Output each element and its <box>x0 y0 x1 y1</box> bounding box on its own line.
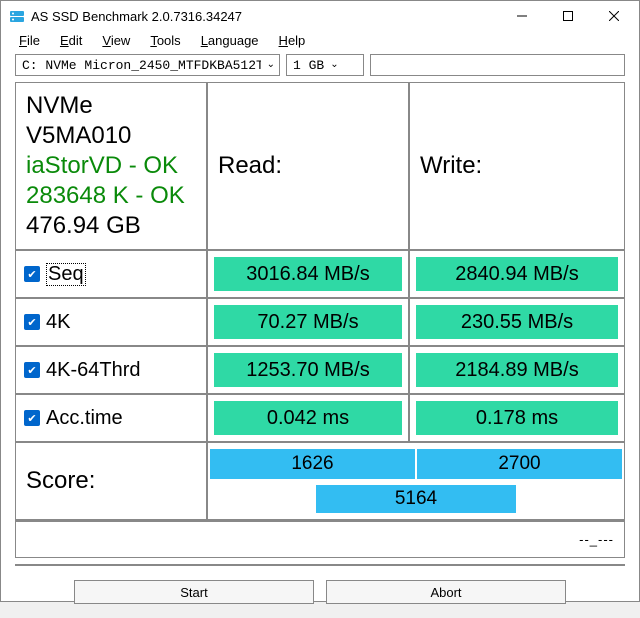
score-total: 5164 <box>316 485 516 513</box>
window-title: AS SSD Benchmark 2.0.7316.34247 <box>31 9 499 24</box>
menu-help[interactable]: Help <box>279 33 306 48</box>
seq-write: 2840.94 MB/s <box>416 257 618 291</box>
menu-language[interactable]: Language <box>201 33 259 48</box>
size-select[interactable]: 1 GB ⌄ <box>286 54 364 76</box>
menu-tools[interactable]: Tools <box>150 33 180 48</box>
drive-info: NVMe V5MA010 iaStorVD - OK 283648 K - OK… <box>16 83 208 249</box>
menubar: File Edit View Tools Language Help <box>1 31 639 52</box>
info-driver: iaStorVD - OK <box>26 151 178 181</box>
score-label: Score: <box>16 443 208 519</box>
titlebar: AS SSD Benchmark 2.0.7316.34247 <box>1 1 639 31</box>
seq-read: 3016.84 MB/s <box>214 257 402 291</box>
menu-view[interactable]: View <box>102 33 130 48</box>
abort-button[interactable]: Abort <box>326 580 566 604</box>
checkbox-acc[interactable]: ✔ <box>24 410 40 426</box>
score-body: 1626 2700 5164 <box>208 443 624 519</box>
row-acc: ✔ Acc.time 0.042 ms 0.178 ms <box>16 395 624 443</box>
row-score: Score: 1626 2700 5164 <box>16 443 624 521</box>
header-read: Read: <box>208 83 410 249</box>
minimize-button[interactable] <box>499 1 545 31</box>
results-panel: NVMe V5MA010 iaStorVD - OK 283648 K - OK… <box>15 82 625 558</box>
toolbar: C: NVMe Micron_2450_MTFDKBA512TFK ⌄ 1 GB… <box>1 52 639 82</box>
checkbox-seq[interactable]: ✔ <box>24 266 40 282</box>
start-button[interactable]: Start <box>74 580 314 604</box>
text-field[interactable] <box>370 54 625 76</box>
info-size: 476.94 GB <box>26 211 141 241</box>
button-row: Start Abort <box>1 572 639 618</box>
app-icon <box>9 8 25 24</box>
4k64-write: 2184.89 MB/s <box>416 353 618 387</box>
chevron-down-icon: ⌄ <box>267 59 275 71</box>
4k64-read: 1253.70 MB/s <box>214 353 402 387</box>
info-align: 283648 K - OK <box>26 181 185 211</box>
header-write: Write: <box>410 83 624 249</box>
checkbox-4k64[interactable]: ✔ <box>24 362 40 378</box>
score-write: 2700 <box>417 449 622 479</box>
header-row: NVMe V5MA010 iaStorVD - OK 283648 K - OK… <box>16 83 624 251</box>
info-name: NVMe <box>26 91 93 121</box>
menu-file[interactable]: File <box>19 33 40 48</box>
compress-row: --_--- <box>16 521 624 557</box>
label-4k: 4K <box>46 311 70 334</box>
4k-write: 230.55 MB/s <box>416 305 618 339</box>
row-4k: ✔ 4K 70.27 MB/s 230.55 MB/s <box>16 299 624 347</box>
chevron-down-icon: ⌄ <box>330 59 338 71</box>
size-select-value: 1 GB <box>293 58 324 73</box>
4k-read: 70.27 MB/s <box>214 305 402 339</box>
drive-select-value: C: NVMe Micron_2450_MTFDKBA512TFK <box>22 58 261 73</box>
score-read: 1626 <box>210 449 415 479</box>
compress-pattern: --_--- <box>579 532 614 547</box>
info-fw: V5MA010 <box>26 121 131 151</box>
checkbox-4k[interactable]: ✔ <box>24 314 40 330</box>
row-seq: ✔ Seq 3016.84 MB/s 2840.94 MB/s <box>16 251 624 299</box>
maximize-button[interactable] <box>545 1 591 31</box>
app-window: AS SSD Benchmark 2.0.7316.34247 File Edi… <box>0 0 640 602</box>
menu-edit[interactable]: Edit <box>60 33 82 48</box>
label-seq: Seq <box>46 263 86 286</box>
drive-select[interactable]: C: NVMe Micron_2450_MTFDKBA512TFK ⌄ <box>15 54 280 76</box>
label-4k64: 4K-64Thrd <box>46 359 141 382</box>
acc-write: 0.178 ms <box>416 401 618 435</box>
acc-read: 0.042 ms <box>214 401 402 435</box>
close-button[interactable] <box>591 1 637 31</box>
progress-bar <box>15 564 625 566</box>
label-acc: Acc.time <box>46 407 123 430</box>
row-4k64: ✔ 4K-64Thrd 1253.70 MB/s 2184.89 MB/s <box>16 347 624 395</box>
